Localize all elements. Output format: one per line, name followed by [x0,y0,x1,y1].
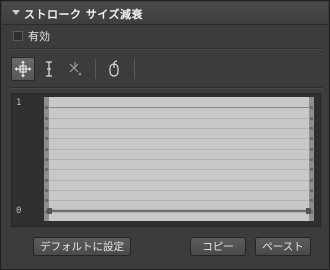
divider [9,48,323,49]
enable-checkbox[interactable] [13,31,23,41]
grid-tick [310,117,313,120]
grid-tick [310,189,313,192]
panel-title: ストローク サイズ減衰 [24,8,143,21]
grid-tick [310,106,313,109]
curve-grid [44,97,314,221]
y-axis-max-label: 1 [16,98,22,108]
move-point-icon [14,60,32,78]
stroke-size-falloff-panel: ストローク サイズ減衰 有効 1 0 デフォルトに設定 コピー ペースト [0,0,330,270]
enable-row[interactable]: 有効 [13,29,50,43]
grid-tick [45,127,48,130]
grid-tick [45,199,48,202]
curve-editor[interactable]: 1 0 [11,93,321,227]
grid-tick [45,158,48,161]
grid-tick [310,158,313,161]
toolbar-divider [134,59,135,79]
grid-tick [310,127,313,130]
copy-button[interactable]: コピー [190,237,246,256]
mouse-tool[interactable] [102,57,126,81]
grid-tick [45,106,48,109]
panel-header[interactable]: ストローク サイズ減衰 [2,2,328,25]
grid-tick [45,148,48,151]
grid-tick [45,137,48,140]
paste-button[interactable]: ペースト [255,237,311,256]
curve-point-end [306,208,311,214]
delete-point-icon [69,62,82,76]
insert-point-icon [46,61,52,77]
enable-label: 有効 [28,30,50,43]
move-point-tool[interactable] [11,57,35,81]
grid-tick [310,148,313,151]
grid-tick [45,117,48,120]
y-axis-min-label: 0 [16,206,22,216]
grid-tick [310,168,313,171]
grid-tick [310,199,313,202]
grid-tick [45,189,48,192]
grid-tick [310,179,313,182]
divider [9,87,323,88]
curve-graph[interactable] [44,97,314,221]
grid-tick [45,179,48,182]
delete-point-tool[interactable] [63,57,87,81]
toolbar-divider [95,59,96,79]
reset-to-default-button[interactable]: デフォルトに設定 [33,237,131,256]
curve-toolbar [11,55,141,83]
grid-tick [45,168,48,171]
collapse-triangle-icon[interactable] [12,10,20,15]
curve-point-start [47,208,52,214]
mouse-icon [109,60,119,77]
insert-point-tool[interactable] [37,57,61,81]
grid-tick [310,137,313,140]
